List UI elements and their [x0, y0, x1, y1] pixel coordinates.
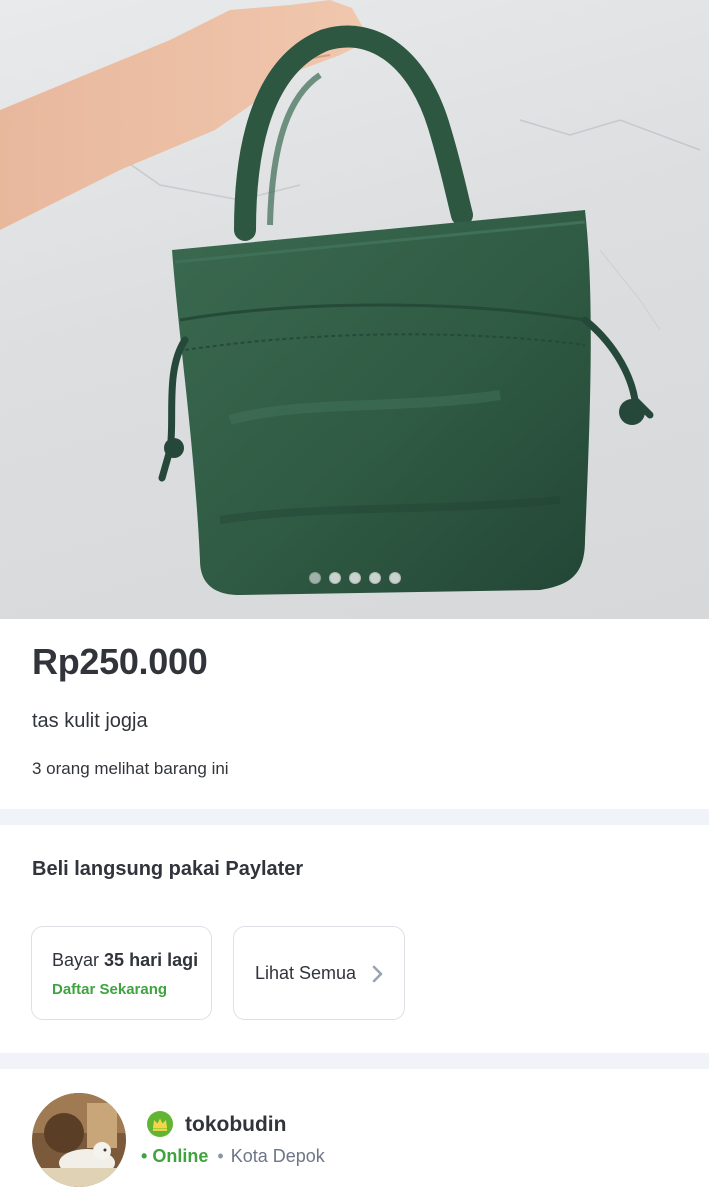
- shop-info[interactable]: tokobudin • Online • Kota Depok: [0, 1069, 709, 1200]
- online-bullet: •: [141, 1146, 148, 1166]
- chevron-right-icon: [372, 965, 383, 983]
- carousel-dot[interactable]: [308, 572, 321, 584]
- section-divider: [0, 809, 709, 825]
- shop-status: • Online • Kota Depok: [141, 1146, 325, 1167]
- paylater-title: Beli langsung pakai Paylater: [32, 858, 304, 880]
- pay-later-term: Bayar 35 hari lagi: [52, 950, 198, 971]
- status-separator: •: [217, 1146, 224, 1166]
- crown-badge-icon: [147, 1111, 173, 1137]
- viewer-count: 3 orang melihat barang ini: [32, 759, 229, 778]
- pay-prefix: Bayar: [52, 950, 100, 970]
- product-title: tas kulit jogja: [32, 710, 148, 732]
- carousel-dot[interactable]: [388, 572, 401, 584]
- avatar-image: [32, 1093, 126, 1187]
- product-image-carousel[interactable]: [0, 0, 709, 619]
- register-now-link[interactable]: Daftar Sekarang: [52, 981, 167, 998]
- product-photo: [0, 0, 701, 595]
- carousel-dot[interactable]: [348, 572, 361, 584]
- see-all-label: Lihat Semua: [255, 963, 357, 983]
- see-all-button[interactable]: Lihat Semua: [233, 926, 405, 1020]
- carousel-dot[interactable]: [368, 572, 381, 584]
- online-status: Online: [152, 1146, 209, 1166]
- shop-location: Kota Depok: [230, 1146, 325, 1166]
- paylater-option-card[interactable]: Bayar 35 hari lagi Daftar Sekarang: [31, 926, 212, 1020]
- paylater-section: Beli langsung pakai Paylater Bayar 35 ha…: [0, 825, 709, 1053]
- carousel-indicator: [0, 572, 709, 584]
- shop-avatar[interactable]: [32, 1093, 126, 1187]
- shop-name[interactable]: tokobudin: [185, 1113, 286, 1137]
- section-divider: [0, 1053, 709, 1069]
- carousel-dot[interactable]: [328, 572, 341, 584]
- product-info: Rp250.000 tas kulit jogja 3 orang meliha…: [0, 619, 709, 809]
- pay-days: 35 hari lagi: [104, 950, 199, 970]
- product-price: Rp250.000: [32, 641, 208, 682]
